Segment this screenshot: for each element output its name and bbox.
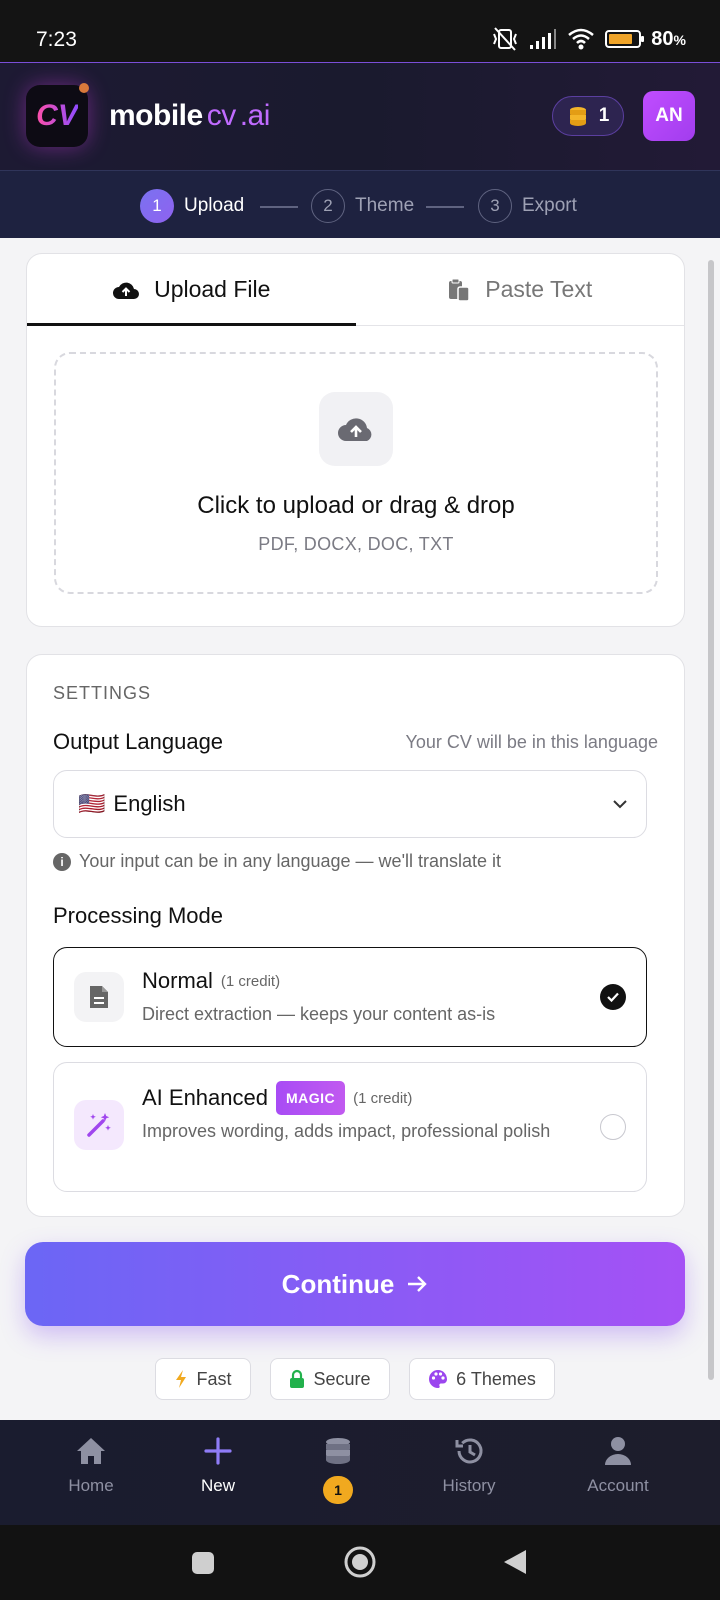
info-icon: i: [53, 852, 71, 871]
status-time: 7:23: [36, 28, 77, 51]
step-export: 3 Export: [478, 189, 577, 223]
mode-icon-box: [74, 972, 124, 1022]
credits-count: 1: [598, 105, 610, 126]
battery-percent: 80%: [651, 27, 686, 50]
user-icon: [605, 1437, 631, 1465]
language-info: i Your input can be in any language — we…: [53, 851, 501, 872]
step-label: Export: [522, 195, 577, 216]
step-theme: 2 Theme: [311, 189, 414, 223]
arrow-right-icon: [408, 1276, 428, 1292]
output-language-title: Output Language: [53, 729, 224, 754]
step-divider: [426, 206, 464, 208]
mode-credit: (1 credit): [220, 972, 281, 990]
language-select[interactable]: 🇺🇸 English: [53, 770, 647, 838]
system-navigation-bar: [0, 1525, 720, 1600]
battery-icon: [605, 30, 645, 48]
status-icons: 80%: [491, 26, 686, 52]
coins-icon: [569, 107, 586, 126]
tab-upload-file[interactable]: Upload File: [27, 254, 356, 326]
nav-home[interactable]: Home: [36, 1436, 146, 1496]
chip-themes: 6 Themes: [409, 1358, 555, 1400]
plus-icon: [204, 1437, 232, 1465]
tab-label: Upload File: [154, 276, 271, 302]
dropzone-formats: PDF, DOCX, DOC, TXT: [258, 534, 454, 554]
document-icon: [90, 986, 108, 1008]
nav-new[interactable]: New: [163, 1436, 273, 1496]
recents-icon[interactable]: [191, 1551, 215, 1575]
settings-card: SETTINGS Output Language Your CV will be…: [26, 654, 685, 1217]
nav-credits[interactable]: 1: [283, 1436, 393, 1504]
palette-icon: [429, 1370, 448, 1388]
step-label: Theme: [355, 195, 415, 216]
mode-credit: (1 credit): [353, 1089, 413, 1107]
dropzone-title: Click to upload or drag & drop: [197, 492, 515, 519]
mode-title: AI Enhanced MAGIC (1 credit): [142, 1081, 412, 1115]
home-icon: [77, 1438, 105, 1464]
lock-icon: [290, 1369, 305, 1388]
magic-badge: MAGIC: [275, 1081, 346, 1115]
flag-icon: 🇺🇸: [78, 791, 106, 816]
continue-label: Continue: [281, 1268, 395, 1299]
status-bar: 7:23 80%: [0, 0, 720, 62]
radio-selected[interactable]: [600, 984, 626, 1010]
back-icon[interactable]: [502, 1548, 528, 1576]
bottom-navigation: Home New 1 History Account: [0, 1420, 720, 1525]
progress-stepper: 1 Upload 2 Theme 3 Export: [0, 170, 720, 238]
mode-description: Improves wording, adds impact, professio…: [142, 1121, 551, 1141]
credits-button[interactable]: 1: [552, 96, 624, 136]
mode-title: Normal (1 credit): [142, 968, 281, 993]
vibrate-off-icon: [493, 27, 518, 51]
settings-heading: SETTINGS: [53, 683, 152, 703]
upload-card: Upload File Paste Text Click to upload o…: [26, 253, 685, 627]
magic-wand-icon: [87, 1113, 111, 1137]
wifi-icon: [568, 28, 595, 50]
step-divider: [260, 206, 298, 208]
processing-mode-title: Processing Mode: [53, 903, 223, 928]
coins-icon: [326, 1438, 350, 1464]
lightning-icon: [176, 1370, 187, 1388]
mode-option-ai-enhanced[interactable]: AI Enhanced MAGIC (1 credit) Improves wo…: [53, 1062, 647, 1192]
output-language-hint: Your CV will be in this language: [405, 732, 659, 752]
tab-label: Paste Text: [485, 276, 593, 302]
scrollbar[interactable]: [708, 260, 714, 1380]
chip-secure: Secure: [270, 1358, 390, 1400]
feature-chips: Fast Secure 6 Themes: [0, 1358, 720, 1400]
cloud-upload-icon: [113, 282, 140, 299]
cloud-upload-icon: [338, 418, 372, 441]
nav-history[interactable]: History: [414, 1436, 524, 1496]
mode-option-normal[interactable]: Normal (1 credit) Direct extraction — ke…: [53, 947, 647, 1047]
nav-account[interactable]: Account: [563, 1436, 673, 1496]
continue-button[interactable]: Continue: [25, 1242, 685, 1326]
upload-icon-box: [319, 392, 393, 466]
avatar[interactable]: AN: [643, 91, 695, 141]
radio-unselected[interactable]: [600, 1114, 626, 1140]
credits-badge: 1: [323, 1476, 353, 1504]
chevron-down-icon: [613, 800, 627, 809]
signal-icon: [530, 29, 557, 49]
home-circle-icon[interactable]: [343, 1545, 377, 1579]
selected-language: English: [113, 791, 186, 816]
file-dropzone[interactable]: Click to upload or drag & drop PDF, DOCX…: [54, 352, 658, 594]
step-upload: 1 Upload: [140, 189, 244, 223]
brand-name: mobile cv .ai: [109, 99, 270, 132]
input-tabs: Upload File Paste Text: [27, 254, 684, 326]
notification-dot: [79, 83, 89, 93]
step-number: 1: [140, 189, 174, 223]
step-number: 2: [311, 189, 345, 223]
step-number: 3: [478, 189, 512, 223]
history-icon: [455, 1438, 483, 1464]
mode-description: Direct extraction — keeps your content a…: [142, 1004, 496, 1024]
step-label: Upload: [184, 195, 245, 216]
app-logo[interactable]: CV: [26, 85, 88, 147]
mode-icon-box: [74, 1100, 124, 1150]
clipboard-icon: [449, 278, 470, 302]
tab-paste-text[interactable]: Paste Text: [356, 254, 685, 325]
language-info-text: Your input can be in any language — we'l…: [79, 851, 502, 871]
battery-fill: [609, 34, 632, 44]
chip-fast: Fast: [155, 1358, 251, 1400]
logo-text: CV: [36, 99, 78, 132]
check-icon: [607, 992, 619, 1003]
app-header: CV mobile cv .ai 1 AN: [0, 62, 720, 170]
